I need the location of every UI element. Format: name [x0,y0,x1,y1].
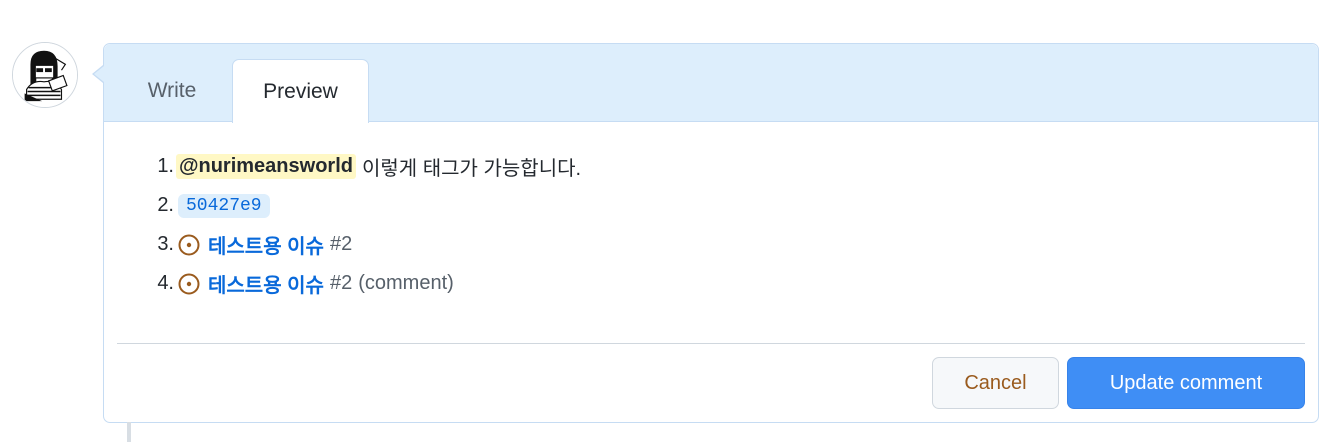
timeline-line [127,422,131,442]
tab-header: Write Preview [104,44,1318,123]
list-number: 3. [157,233,174,255]
list-item-text: 이렇게 태그가 가능합니다. [361,158,582,180]
comment-caret-inner [94,66,104,82]
issue-open-icon [178,234,200,255]
list-item: 2. 50427e9 [144,186,581,225]
preview-list: 1. @nurimeansworld 이렇게 태그가 가능합니다. 2. 504… [144,147,581,303]
actions-divider [117,343,1305,344]
issue-comment-link[interactable]: 테스트용 이슈 [208,269,324,298]
issue-open-icon [178,273,200,294]
tab-write[interactable]: Write [124,59,220,123]
list-item: 1. @nurimeansworld 이렇게 태그가 가능합니다. [144,147,581,186]
list-number: 2. [157,194,174,216]
update-comment-button[interactable]: Update comment [1067,357,1305,409]
issue-number: #2 [329,233,353,255]
comment-edit-box: Write Preview 1. @nurimeansworld 이렇게 태그가… [103,43,1319,423]
user-mention[interactable]: @nurimeansworld [176,154,356,179]
list-number: 1. [157,155,174,177]
avatar-illustration-icon [13,43,77,107]
list-item: 4. 테스트용 이슈 #2 (comment) [144,264,581,303]
tab-preview[interactable]: Preview [232,59,369,123]
preview-body: 1. @nurimeansworld 이렇게 태그가 가능합니다. 2. 504… [104,123,1318,343]
cancel-button[interactable]: Cancel [932,357,1059,409]
list-number: 4. [157,272,174,294]
avatar[interactable] [12,42,78,108]
list-item: 3. 테스트용 이슈 #2 [144,225,581,264]
commit-sha-link[interactable]: 50427e9 [178,193,270,218]
comment-suffix: (comment) [358,272,454,294]
issue-number: #2 [329,272,353,294]
issue-link[interactable]: 테스트용 이슈 [208,230,324,259]
